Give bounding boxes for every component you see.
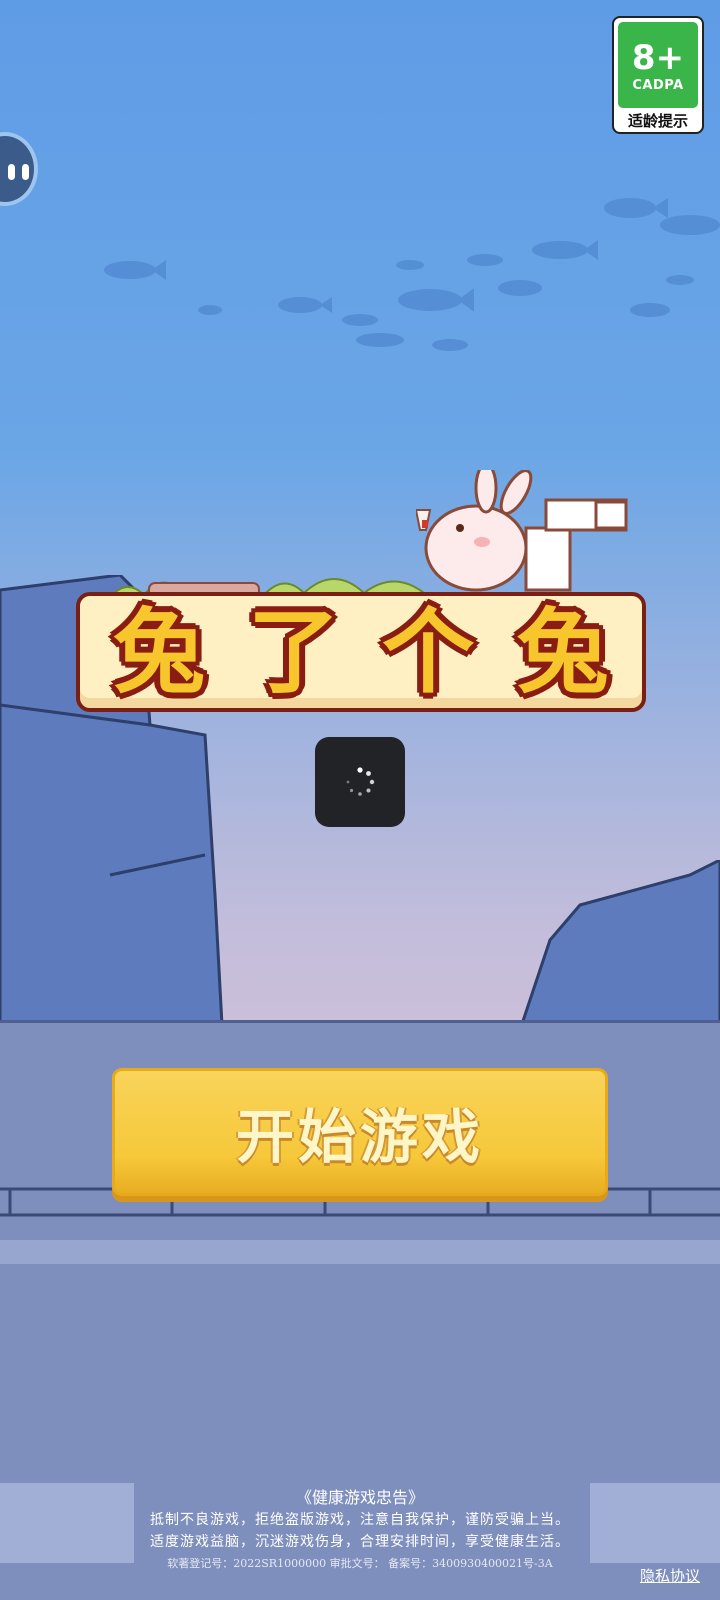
notice-line: 适度游戏益脑，沉迷游戏伤身，合理安排时间，享受健康生活。 <box>150 1534 570 1550</box>
title-char: 兔 <box>113 598 206 706</box>
assistant-ball-icon[interactable] <box>0 132 38 206</box>
notice-title: 《健康游戏忠告》 <box>295 1488 424 1507</box>
registration-info: 软著登记号：2022SR1000000 审批文号： 备案号：3400930400… <box>167 1557 553 1570</box>
ground-stripe <box>0 1240 720 1264</box>
loading-indicator <box>315 737 405 827</box>
rabbit-icon <box>416 470 628 592</box>
age-rating-badge: 8+ CADPA 适龄提示 <box>612 16 704 134</box>
age-rating-value: 8+ <box>631 37 685 78</box>
title-char: 个 <box>382 598 475 706</box>
privacy-policy-link[interactable]: 隐私协议 <box>640 1565 700 1586</box>
start-game-label: 开始游戏 <box>235 1103 484 1171</box>
age-rating-org: CADPA <box>632 77 684 93</box>
health-game-notice: 《健康游戏忠告》 抵制不良游戏，拒绝盗版游戏，注意自我保护，谨防受骗上当。 适度… <box>0 1487 720 1573</box>
start-game-button[interactable]: 开始游戏 <box>112 1068 608 1196</box>
title-char: 兔 <box>516 598 609 706</box>
title-char: 了 <box>247 598 340 706</box>
loading-spinner-icon <box>346 767 375 796</box>
ball-eye-left <box>8 164 15 180</box>
ball-eye-right <box>22 164 29 180</box>
fish-school-decoration <box>104 198 720 351</box>
game-title-logo: 兔 了 个 兔 <box>76 470 646 730</box>
age-rating-block: 8+ CADPA <box>618 22 698 108</box>
right-cliff-decoration <box>520 860 720 1030</box>
title-board: 兔 了 个 兔 <box>76 592 646 712</box>
notice-line: 抵制不良游戏，拒绝盗版游戏，注意自我保护，谨防受骗上当。 <box>150 1512 570 1528</box>
age-rating-tip: 适龄提示 <box>627 112 688 130</box>
